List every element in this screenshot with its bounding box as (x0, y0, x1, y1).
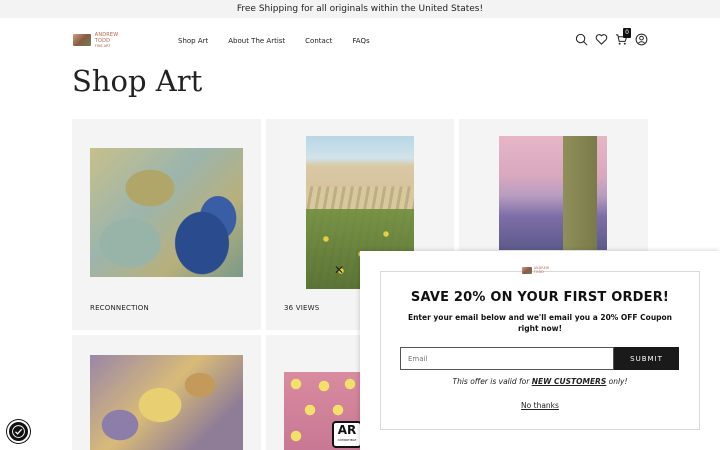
ar-badge-subtext: COMPATIBLE (337, 438, 357, 442)
popup-logo-name: ANDREW TODD (533, 266, 550, 274)
submit-button[interactable]: SUBMIT (614, 347, 679, 370)
page-title: Shop Art (72, 64, 203, 98)
close-icon[interactable]: ✕ (333, 264, 345, 276)
nav-contact[interactable]: Contact (305, 37, 332, 45)
product-title[interactable]: RECONNECTION (90, 304, 149, 312)
nav-about-artist[interactable]: About The Artist (228, 37, 285, 45)
ar-badge-text: AR (337, 423, 357, 437)
header-actions: 0 (575, 28, 648, 46)
main-nav: Shop Art About The Artist Contact FAQs (178, 37, 370, 45)
product-title[interactable]: 36 VIEWS (284, 304, 319, 312)
popup-description: Enter your email below and we'll email y… (407, 313, 673, 333)
nav-shop-art[interactable]: Shop Art (178, 37, 208, 45)
site-header: ANDREW TODD FINE ART Shop Art About The … (0, 18, 720, 64)
logo-text: ANDREW TODD FINE ART (95, 32, 135, 49)
nav-faqs[interactable]: FAQs (352, 37, 369, 45)
accessibility-icon[interactable] (7, 420, 30, 443)
popup-logo: ANDREW TODD (522, 266, 560, 274)
logo-artwork (73, 34, 91, 46)
product-image[interactable] (90, 148, 243, 277)
popup-title: SAVE 20% ON YOUR FIRST ORDER! (410, 290, 670, 305)
no-thanks-link[interactable]: No thanks (360, 401, 720, 410)
product-image[interactable] (499, 136, 607, 250)
logo-name: ANDREW TODD (94, 31, 119, 44)
cart-icon[interactable]: 0 (615, 28, 631, 46)
offer-note: This offer is valid for NEW CUSTOMERS on… (360, 377, 720, 386)
cart-count-badge: 0 (623, 28, 631, 38)
brand-logo[interactable]: ANDREW TODD FINE ART (73, 32, 135, 48)
offer-prefix: This offer is valid for (452, 377, 532, 386)
account-icon[interactable] (635, 33, 648, 46)
announcement-bar: Free Shipping for all originals within t… (0, 0, 720, 18)
product-image[interactable] (90, 355, 243, 450)
ar-compatible-badge: AR COMPATIBLE (332, 421, 362, 448)
logo-artwork (522, 266, 532, 274)
logo-subtitle: FINE ART (94, 43, 111, 48)
offer-highlight: NEW CUSTOMERS (531, 377, 607, 386)
email-field[interactable] (400, 347, 614, 370)
search-icon[interactable] (575, 33, 588, 46)
heart-icon[interactable] (595, 33, 608, 46)
offer-suffix: only! (606, 377, 628, 386)
